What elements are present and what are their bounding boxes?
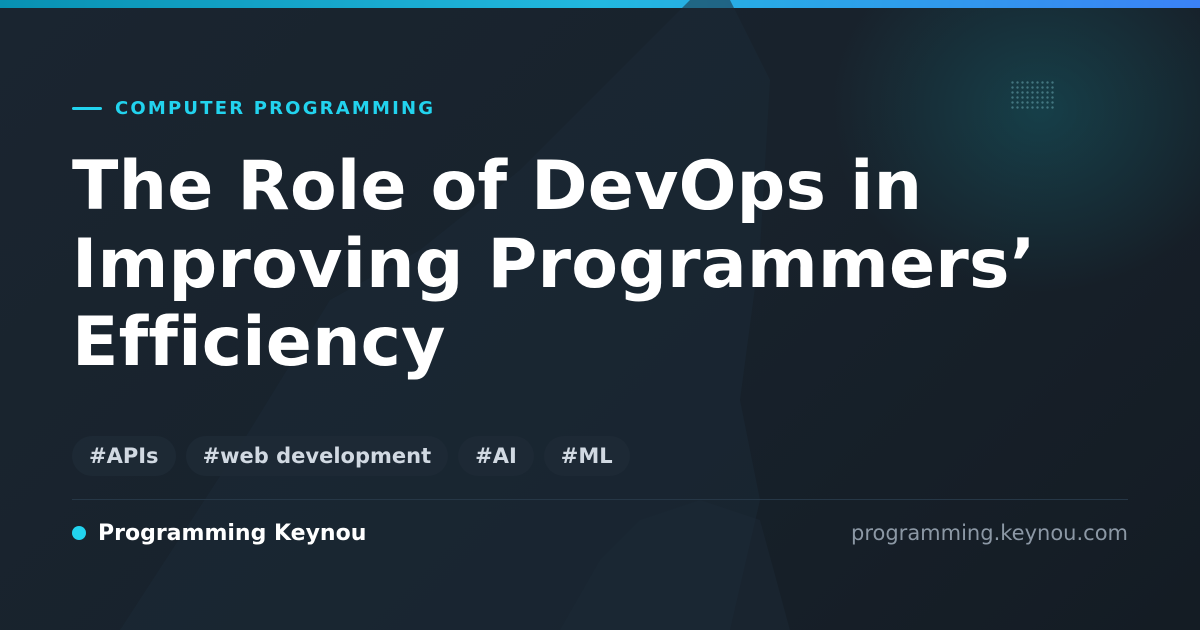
tag-ai[interactable]: #AI — [458, 436, 534, 476]
category-label: COMPUTER PROGRAMMING — [115, 97, 436, 119]
brand-name: Programming Keynou — [98, 520, 367, 546]
dot-texture — [1010, 80, 1056, 110]
footer-divider — [72, 499, 1128, 500]
dot-icon — [72, 526, 86, 540]
site-domain-link[interactable]: programming.keynou.com — [851, 518, 1128, 548]
article-title: The Role of DevOps in Improving Programm… — [72, 147, 1036, 382]
tag-ml[interactable]: #ML — [543, 436, 630, 476]
category-row: COMPUTER PROGRAMMING — [72, 96, 435, 120]
social-card: COMPUTER PROGRAMMING The Role of DevOps … — [0, 0, 1200, 630]
tag-list: #APIs #web development #AI #ML — [72, 436, 630, 476]
dash-line-icon — [72, 106, 102, 110]
tag-apis[interactable]: #APIs — [72, 436, 176, 476]
tag-web-development[interactable]: #web development — [185, 436, 449, 476]
brand[interactable]: Programming Keynou — [72, 518, 366, 548]
